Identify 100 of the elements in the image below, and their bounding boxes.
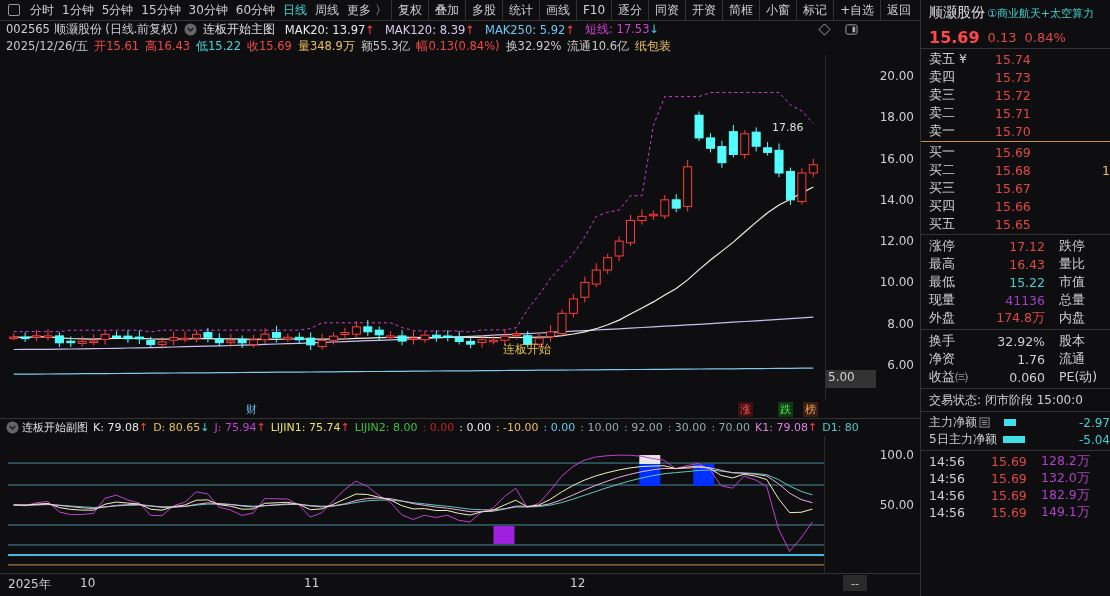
- order-price: 15.73: [995, 69, 1031, 85]
- period-tab[interactable]: 15分钟: [137, 1, 185, 19]
- order-level: 买一: [929, 143, 956, 161]
- stat-value: 32.92%: [996, 333, 1045, 349]
- order-level: 买三: [929, 179, 956, 197]
- period-tab[interactable]: 日线: [279, 1, 312, 19]
- period-tab[interactable]: 周线: [311, 1, 344, 19]
- sector-tag[interactable]: 纸包装: [635, 39, 672, 54]
- stat-value: 0.060: [1008, 369, 1045, 385]
- toolbar-button[interactable]: 开资: [685, 0, 723, 20]
- order-price: 15.65: [995, 216, 1031, 232]
- indicator-value: : 0.00: [459, 421, 491, 434]
- toolbar-button[interactable]: F10: [575, 0, 612, 20]
- stat-label: 跌停: [1059, 237, 1085, 255]
- period-tab[interactable]: 60分钟: [231, 1, 280, 19]
- stat-value: 41136: [1004, 292, 1045, 308]
- panel-toggle-icon[interactable]: [845, 23, 858, 36]
- flow-value: -2.97: [1078, 415, 1110, 430]
- indicator-value: : 10.00: [580, 421, 619, 434]
- indicator-value: K: 79.08↑: [93, 421, 149, 434]
- indicator-value: K1: 79.08↑: [755, 421, 818, 434]
- order-price: 15.74: [995, 51, 1031, 67]
- tick-time: 14:56: [929, 505, 967, 520]
- toolbar-button[interactable]: 小窗: [759, 0, 797, 20]
- indicator-value: 短线: 17.53↓: [585, 22, 660, 37]
- toolbar-button[interactable]: 返回: [880, 0, 918, 20]
- axis-label: 6.00: [887, 357, 914, 372]
- order-price: 15.72: [995, 87, 1031, 103]
- toolbar-button[interactable]: 多股: [464, 0, 502, 20]
- event-marker[interactable]: 跌: [778, 402, 793, 417]
- event-marker[interactable]: 榜: [803, 402, 818, 417]
- dropdown-icon[interactable]: [183, 23, 197, 36]
- stock-title: 002565 顺灏股份 (日线.前复权): [6, 22, 178, 37]
- toolbar-button[interactable]: 标记: [796, 0, 834, 20]
- toolbar-button[interactable]: 逐分: [611, 0, 649, 20]
- list-icon[interactable]: [979, 417, 990, 428]
- toolbar-button[interactable]: 同资: [648, 0, 686, 20]
- quote-item: 开15.61: [94, 39, 140, 54]
- indicator-value: LIJIN1: 75.74↑: [270, 421, 350, 434]
- indicator-value: MAK120: 8.39↑: [384, 22, 475, 37]
- concept-tag[interactable]: ①商业航天+太空算力: [987, 5, 1095, 21]
- order-volume: 1: [1102, 162, 1110, 178]
- period-tab[interactable]: 分时: [26, 1, 58, 19]
- tick-time: 14:56: [929, 471, 967, 486]
- diamond-icon[interactable]: [818, 23, 831, 36]
- event-marker[interactable]: 财: [244, 402, 259, 417]
- period-tab[interactable]: 30分钟: [184, 1, 232, 19]
- period-tab[interactable]: 更多 〉: [343, 1, 391, 19]
- stat-label: 收益㈢: [929, 368, 969, 386]
- quote-item: 换32.92%: [505, 39, 562, 54]
- stat-label: 外盘: [929, 309, 956, 327]
- order-level: 买五: [929, 215, 956, 233]
- indicator-value: D: 80.65↓: [153, 421, 210, 434]
- stat-value: 1.76: [1016, 351, 1045, 367]
- axis-label: 10.00: [879, 275, 914, 290]
- change-percent: 0.84%: [1024, 29, 1066, 45]
- grid-menu-icon[interactable]: [8, 4, 20, 16]
- tick-volume: 128.2万: [1041, 453, 1090, 470]
- flow-value: -5.04: [1078, 432, 1110, 447]
- quote-item: 量348.9万: [297, 39, 355, 54]
- flow-label: 5日主力净额: [929, 431, 997, 448]
- scroll-button[interactable]: --: [843, 575, 867, 591]
- tick-time: 14:56: [929, 488, 967, 503]
- indicator-name[interactable]: 连板开始主图: [202, 22, 275, 37]
- order-level: 卖四: [929, 68, 956, 86]
- axis-label: 14.00: [879, 192, 914, 207]
- axis-label: 12: [570, 576, 586, 590]
- toolbar-button[interactable]: 叠加: [427, 0, 465, 20]
- stat-value: 17.12: [1008, 238, 1045, 254]
- indicator-value: : 30.00: [667, 421, 707, 434]
- toolbar-button[interactable]: 简框: [722, 0, 760, 20]
- flow-bar: [1002, 436, 1025, 443]
- current-value-label: 5.00: [826, 370, 876, 388]
- indicator-value: J: 75.94↑: [214, 421, 266, 434]
- order-price: 15.68: [995, 162, 1031, 178]
- axis-label: 2025年: [8, 576, 51, 593]
- tick-volume: 182.9万: [1041, 487, 1090, 504]
- event-marker[interactable]: 涨: [738, 402, 753, 417]
- indicator-value: : 0.00: [422, 421, 455, 434]
- axis-label: 16.00: [879, 151, 914, 166]
- axis-label: 100.0: [879, 448, 914, 462]
- indicator-value: : 92.00: [623, 421, 663, 434]
- order-level: 卖三: [929, 86, 956, 104]
- toolbar-button[interactable]: 画线: [538, 0, 576, 20]
- toolbar-button[interactable]: 复权: [390, 0, 428, 20]
- axis-label: 18.00: [879, 110, 914, 125]
- quote-item: 2025/12/26/五: [6, 39, 89, 54]
- toolbar-button[interactable]: +自选: [833, 0, 881, 20]
- period-tab[interactable]: 1分钟: [58, 1, 98, 19]
- tick-price: 15.69: [991, 454, 1028, 469]
- tick-price: 15.69: [991, 488, 1028, 503]
- order-price: 15.69: [995, 144, 1031, 160]
- flow-label: 主力净额: [929, 414, 977, 431]
- indicator-value: : 70.00: [711, 421, 751, 434]
- stat-label: 现量: [929, 291, 956, 309]
- indicator-name[interactable]: 连板开始副图: [22, 420, 88, 435]
- toolbar-button[interactable]: 统计: [501, 0, 539, 20]
- indicator-value: : 0.00: [543, 421, 576, 434]
- period-tab[interactable]: 5分钟: [97, 1, 138, 19]
- dropdown-icon[interactable]: [6, 421, 19, 434]
